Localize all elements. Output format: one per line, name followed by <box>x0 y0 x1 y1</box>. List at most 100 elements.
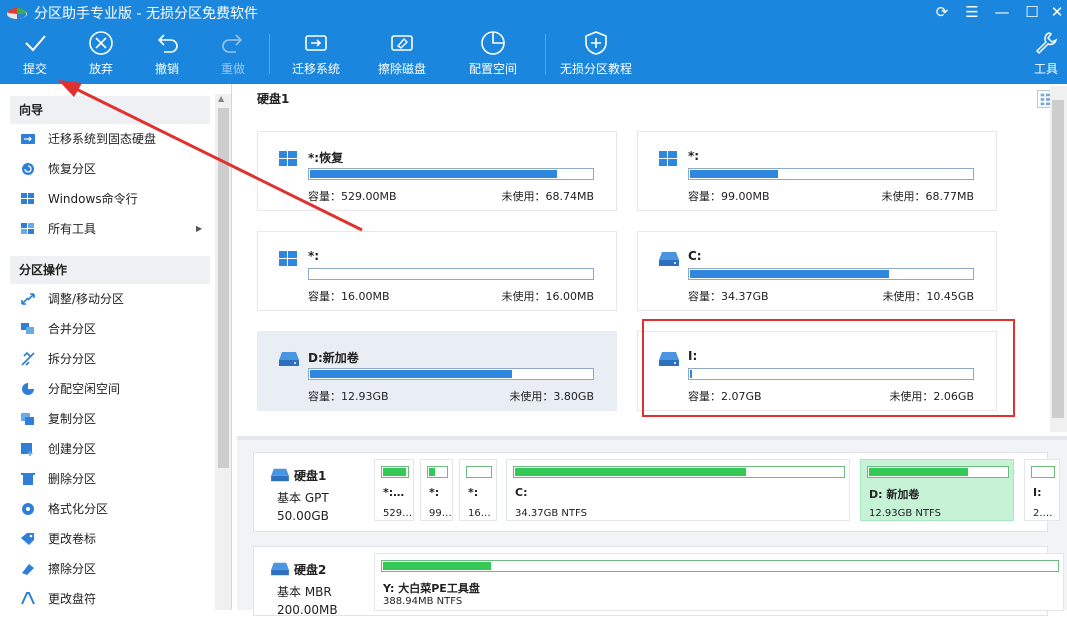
partition-card[interactable]: D:新加卷 容量：12.93GB 未使用：3.80GB <box>257 331 617 411</box>
partition-name: *: <box>308 249 320 263</box>
sidebar-item-format[interactable]: 格式化分区 <box>20 496 210 522</box>
tutorial-button[interactable]: 无损分区教程 <box>557 30 635 77</box>
sidebar-item-windows-cmd[interactable]: Windows命令行 <box>20 186 210 212</box>
migrate-os-icon <box>305 35 327 51</box>
tools-button[interactable]: 工具 <box>1031 30 1061 77</box>
partition-usage-fill <box>383 468 406 476</box>
allocate-free-icon <box>22 383 34 395</box>
disk-size: 50.00GB <box>277 509 329 523</box>
partition-name: C: <box>688 249 702 263</box>
usage-bar <box>688 268 974 280</box>
disk-partition-block[interactable]: C: 34.37GB NTFS <box>506 459 850 521</box>
usage-bar-fill <box>310 370 512 378</box>
delete-partition-icon <box>21 473 35 485</box>
partition-usage-bar <box>381 560 1059 572</box>
partition-capacity: 容量：12.93GB <box>308 390 389 403</box>
scroll-up-icon[interactable]: ▲ <box>218 94 224 103</box>
sidebar-item-allocate-free[interactable]: 分配空闲空间 <box>20 376 210 402</box>
allocate-space-label: 配置空间 <box>468 62 517 76</box>
disk-partition-block[interactable]: I: 2.… <box>1024 459 1060 521</box>
sidebar-item-label: 所有工具 <box>48 222 97 236</box>
allocate-space-button[interactable]: 配置空间 <box>466 30 520 77</box>
title-bar: 分区助手专业版 - 无损分区免费软件 ⟳ ☰ — ☐ ✕ <box>0 0 1067 24</box>
sidebar-item-label: 调整/移动分区 <box>48 292 125 306</box>
partition-capacity: 容量：99.00MB <box>688 190 770 203</box>
toolbar-separator <box>269 34 270 74</box>
disk-icon <box>271 562 289 576</box>
disk-partition-name: C: <box>515 486 528 499</box>
sidebar-item-migrate-ssd[interactable]: 迁移系统到固态硬盘 <box>20 126 210 152</box>
usage-bar <box>308 368 594 380</box>
sidebar-item-copy-partition[interactable]: 复制分区 <box>20 406 210 432</box>
sidebar-item-merge[interactable]: 合并分区 <box>20 316 210 342</box>
partition-card[interactable]: C: 容量：34.37GB 未使用：10.45GB <box>637 231 997 311</box>
disk-partition-block[interactable]: Y: 大白菜PE工具盘 388.94MB NTFS <box>374 553 1064 611</box>
partition-usage-bar <box>867 466 1009 478</box>
annotation-highlight-box <box>642 319 1015 417</box>
partition-usage-fill <box>869 468 968 476</box>
undo-label: 撤销 <box>154 62 179 76</box>
sidebar-item-label: 创建分区 <box>48 442 97 456</box>
disk-row[interactable]: 硬盘2 基本 MBR 200.00MB Y: 大白菜PE工具盘 388.94MB NTF… <box>253 546 1064 617</box>
sidebar-item-change-letter[interactable]: 更改盘符 <box>20 586 210 610</box>
undo-button[interactable]: 撤销 <box>150 30 184 77</box>
wipe-partition-icon <box>22 564 34 575</box>
sidebar-item-create-partition[interactable]: 创建分区 <box>20 436 210 462</box>
disk-name: 硬盘2 <box>294 563 327 577</box>
discard-button[interactable]: 放弃 <box>84 30 118 77</box>
copy-partition-icon <box>21 413 34 425</box>
disk-partition-block[interactable]: *:… 529… <box>374 459 414 521</box>
refresh-button[interactable]: ⟳ <box>927 1 957 23</box>
partition-capacity: 容量：34.37GB <box>688 290 769 303</box>
partition-usage-fill <box>515 468 746 476</box>
disk-row[interactable]: 硬盘1 基本 GPT 50.00GB *:… 529… *: 99… *: 16… C: 34.37… <box>253 452 1060 532</box>
sidebar-item-resize-move[interactable]: 调整/移动分区 <box>20 286 210 312</box>
resize-move-icon <box>21 293 35 305</box>
tutorial-label: 无损分区教程 <box>559 62 632 76</box>
close-button[interactable]: ✕ <box>1042 1 1067 23</box>
partition-card[interactable]: *: 容量：99.00MB 未使用：68.77MB <box>637 131 997 211</box>
partition-card[interactable]: *:恢复 容量：529.00MB 未使用：68.74MB <box>257 131 617 211</box>
sidebar-item-split[interactable]: 拆分分区 <box>20 346 210 372</box>
partition-ops-header: 分区操作 <box>10 256 210 284</box>
partition-card[interactable]: *: 容量：16.00MB 未使用：16.00MB <box>257 231 617 311</box>
minimize-button[interactable]: — <box>987 1 1017 23</box>
commit-button[interactable]: 提交 <box>18 30 52 77</box>
sidebar-item-label: 擦除分区 <box>48 562 97 576</box>
sidebar-scroll-thumb[interactable] <box>218 108 229 468</box>
partition-name: *: <box>688 149 700 163</box>
disk-partition-name: I: <box>1033 486 1042 499</box>
redo-button[interactable]: 重做 <box>216 30 250 77</box>
disk-partition-detail: 99… <box>429 508 452 519</box>
sidebar-item-change-label[interactable]: 更改卷标 <box>20 526 210 552</box>
usage-bar-fill <box>690 170 779 178</box>
sidebar-item-wipe-partition[interactable]: 擦除分区 <box>20 556 210 582</box>
disk-partition-block[interactable]: *: 16… <box>459 459 497 521</box>
sidebar-item-label: 更改卷标 <box>48 532 97 546</box>
disk-partition-block[interactable]: D: 新加卷 12.93GB NTFS <box>860 459 1014 521</box>
wizard-header: 向导 <box>10 96 210 124</box>
sidebar-item-delete-partition[interactable]: 删除分区 <box>20 466 210 492</box>
wipe-disk-button[interactable]: 擦除磁盘 <box>375 30 429 77</box>
sidebar-item-all-tools[interactable]: 所有工具 <box>20 216 210 242</box>
windows-partition-icon <box>278 150 298 171</box>
partition-usage-fill <box>383 562 491 570</box>
partition-unused: 未使用：68.74MB <box>501 190 594 203</box>
disk-partition-name: *: <box>468 486 479 499</box>
redo-icon <box>222 34 243 53</box>
migrate-os-button[interactable]: 迁移系统 <box>289 30 343 77</box>
disk-partition-name: *:… <box>383 486 405 499</box>
window-title: 分区助手专业版 - 无损分区免费软件 <box>34 6 258 22</box>
sidebar-item-label: 迁移系统到固态硬盘 <box>48 132 157 146</box>
partition-capacity: 容量：529.00MB <box>308 190 397 203</box>
redo-label: 重做 <box>220 62 245 76</box>
disk-partition-block[interactable]: *: 99… <box>420 459 453 521</box>
check-icon <box>25 35 46 52</box>
partition-usage-bar <box>427 466 448 478</box>
main-scroll-thumb[interactable] <box>1052 100 1064 418</box>
sidebar-item-recover-partition[interactable]: 恢复分区 <box>20 156 210 182</box>
migrate-os-label: 迁移系统 <box>291 62 340 76</box>
menu-button[interactable]: ☰ <box>957 1 987 23</box>
windows-cmd-icon <box>21 193 34 204</box>
toolbar-separator <box>545 34 546 74</box>
